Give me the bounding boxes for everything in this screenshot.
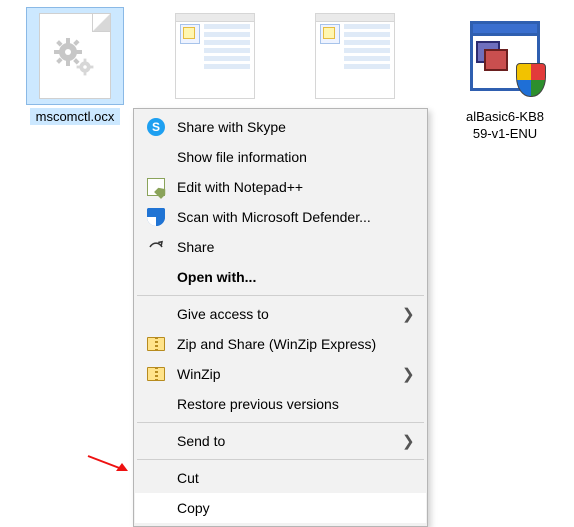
chevron-right-icon: ❯	[402, 367, 416, 382]
file-item[interactable]	[160, 8, 270, 108]
menu-label: Show file information	[177, 149, 416, 165]
share-icon	[145, 236, 167, 258]
chevron-right-icon: ❯	[402, 434, 416, 449]
menu-edit-notepadpp[interactable]: Edit with Notepad++	[135, 172, 426, 202]
menu-copy[interactable]: Copy	[135, 493, 426, 523]
menu-separator	[137, 422, 424, 423]
notepadpp-icon	[145, 176, 167, 198]
file-label: alBasic6-KB8	[460, 108, 550, 125]
installer-icon	[457, 8, 553, 104]
menu-label: Send to	[177, 433, 402, 449]
menu-winzip[interactable]: WinZip ❯	[135, 359, 426, 389]
menu-give-access[interactable]: Give access to ❯	[135, 299, 426, 329]
menu-label: Share with Skype	[177, 119, 416, 135]
file-item[interactable]	[300, 8, 410, 108]
file-label: mscomctl.ocx	[30, 108, 121, 125]
menu-separator	[137, 295, 424, 296]
menu-label: Edit with Notepad++	[177, 179, 416, 195]
arrow-annotation	[86, 453, 128, 473]
menu-open-with[interactable]: Open with...	[135, 262, 426, 292]
menu-send-to[interactable]: Send to ❯	[135, 426, 426, 456]
uac-shield-icon	[516, 63, 546, 97]
menu-label: Open with...	[177, 269, 416, 285]
file-label: 59-v1-ENU	[450, 125, 560, 142]
winzip-icon	[145, 363, 167, 385]
menu-restore-versions[interactable]: Restore previous versions	[135, 389, 426, 419]
app-thumb-icon	[307, 8, 403, 104]
menu-label: Give access to	[177, 306, 402, 322]
menu-zip-share[interactable]: Zip and Share (WinZip Express)	[135, 329, 426, 359]
menu-label: Cut	[177, 470, 416, 486]
menu-show-info[interactable]: Show file information	[135, 142, 426, 172]
menu-label: Zip and Share (WinZip Express)	[177, 336, 416, 352]
file-item-installer[interactable]: alBasic6-KB8 59-v1-ENU	[450, 8, 560, 142]
winzip-icon	[145, 333, 167, 355]
menu-share-skype[interactable]: S Share with Skype	[135, 112, 426, 142]
ocx-icon	[27, 8, 123, 104]
menu-cut[interactable]: Cut	[135, 463, 426, 493]
defender-icon	[145, 206, 167, 228]
skype-icon: S	[145, 116, 167, 138]
file-item-ocx[interactable]: mscomctl.ocx	[20, 8, 130, 125]
app-thumb-icon	[167, 8, 263, 104]
menu-label: Restore previous versions	[177, 396, 416, 412]
menu-label: Share	[177, 239, 416, 255]
menu-scan-defender[interactable]: Scan with Microsoft Defender...	[135, 202, 426, 232]
menu-label: Scan with Microsoft Defender...	[177, 209, 416, 225]
menu-separator	[137, 459, 424, 460]
chevron-right-icon: ❯	[402, 307, 416, 322]
menu-label: WinZip	[177, 366, 402, 382]
menu-share[interactable]: Share	[135, 232, 426, 262]
context-menu: S Share with Skype Show file information…	[133, 108, 428, 527]
